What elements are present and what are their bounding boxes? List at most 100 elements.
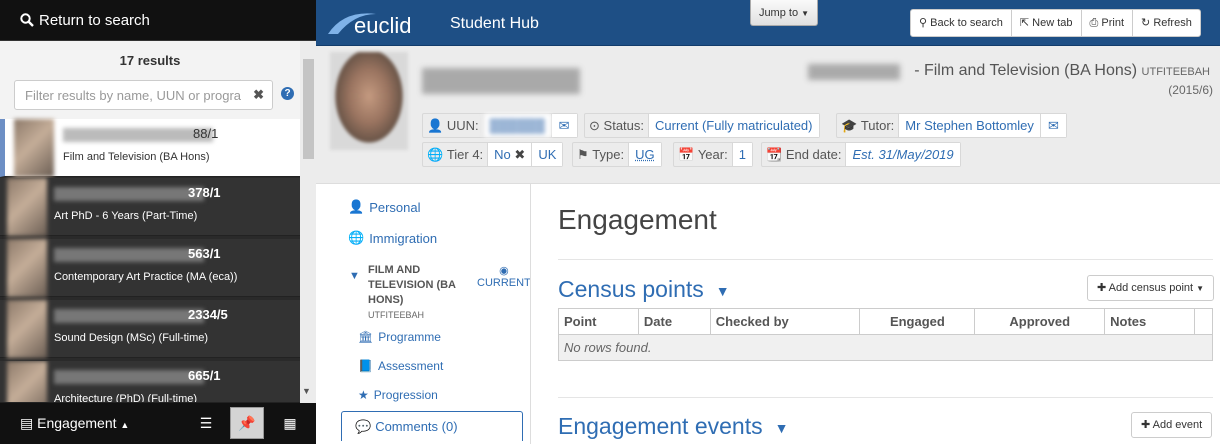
tutor-label-text: Tutor: xyxy=(860,118,895,133)
result-item[interactable]: 665/1 Architecture (PhD) (Full-time) xyxy=(0,361,300,403)
student-id: 563/1 xyxy=(188,246,221,261)
chevron-down-icon[interactable]: ▼ xyxy=(349,270,360,282)
refresh-label: Refresh xyxy=(1153,17,1192,29)
grid-view-button[interactable]: ▦ xyxy=(273,407,307,439)
column-header[interactable]: Engaged xyxy=(859,308,976,335)
result-item[interactable]: 88/1 Film and Television (BA Hons) xyxy=(0,119,300,177)
section-code: UTFITEEBAH xyxy=(368,310,425,320)
nav-personal-label: Personal xyxy=(369,199,421,215)
result-item[interactable]: 563/1 Contemporary Art Practice (MA (eca… xyxy=(0,239,300,297)
list-view-button[interactable]: ☰ xyxy=(189,407,223,439)
student-id-redacted xyxy=(54,309,204,323)
nav-assessment[interactable]: 📘 Assessment xyxy=(358,359,443,373)
nav-immigration[interactable]: 🌐 Immigration xyxy=(348,230,437,246)
back-to-search-button[interactable]: ⚲ Back to search xyxy=(911,10,1012,36)
session: (2015/6) xyxy=(1168,83,1213,97)
programme-name: - Film and Television (BA Hons) xyxy=(914,62,1138,79)
email-tutor-button[interactable]: ✉ xyxy=(1039,114,1066,137)
graduation-cap-icon: 🎓 xyxy=(841,117,858,133)
student-photo xyxy=(7,361,47,402)
email-button[interactable]: ✉ xyxy=(550,114,577,137)
column-header[interactable]: Notes xyxy=(1104,308,1195,335)
tier4-label-text: Tier 4: xyxy=(446,147,484,162)
page-title: Engagement xyxy=(558,204,717,235)
student-photo xyxy=(14,119,54,177)
nav-progression[interactable]: ★ Progression xyxy=(358,388,438,402)
toolbar: ⚲ Back to search ⇱ New tab ⎙ Print ↻ Ref… xyxy=(910,9,1201,37)
tier4-country[interactable]: UK xyxy=(531,143,563,166)
filter-input[interactable]: Filter results by name, UUN or progra ✖ xyxy=(14,80,273,110)
print-button[interactable]: ⎙ Print xyxy=(1082,10,1134,36)
nav-immigration-label: Immigration xyxy=(369,230,438,246)
column-header[interactable]: Approved xyxy=(974,308,1106,335)
student-id: 665/1 xyxy=(188,368,221,383)
filter-placeholder: Filter results by name, UUN or progra xyxy=(25,87,242,103)
scroll-down-arrow-icon[interactable]: ▼ xyxy=(302,386,311,396)
programme-code: UTFITEEBAH xyxy=(1141,66,1210,78)
column-header[interactable]: Date xyxy=(637,308,711,335)
envelope-icon: ✉ xyxy=(1047,117,1059,133)
result-item[interactable]: 378/1 Art PhD - 6 Years (Part-Time) xyxy=(0,178,300,236)
result-programme: Contemporary Art Practice (MA (eca)) xyxy=(54,271,238,283)
chevron-down-icon[interactable]: ▼ xyxy=(775,420,789,436)
app-header: euclid Student Hub Jump to ▼ ⚲ Back to s… xyxy=(316,0,1220,46)
help-icon[interactable]: ? xyxy=(281,87,294,100)
column-header[interactable]: Checked by xyxy=(709,308,861,335)
result-programme: Sound Design (MSc) (Full-time) xyxy=(54,332,209,344)
status-value[interactable]: Current (Fully matriculated) xyxy=(648,114,819,137)
book-icon: 📘 xyxy=(358,359,373,373)
tutor-label: 🎓 Tutor: xyxy=(837,114,898,137)
globe-icon: 🌐 xyxy=(427,146,444,162)
clear-filter-icon[interactable]: ✖ xyxy=(253,87,264,103)
pin-button[interactable]: 📌 xyxy=(230,407,264,439)
record-nav: 👤 Personal 🌐 Immigration ▼ FILM AND TELEVI… xyxy=(316,184,531,444)
nav-comments[interactable]: 💬 Comments (0) xyxy=(341,411,523,441)
status-field: ⊙ Status: Current (Fully matriculated) xyxy=(584,113,820,138)
census-points-heading[interactable]: Census points ▼ xyxy=(558,276,730,303)
year-value: 1 xyxy=(731,143,752,166)
globe-icon: 🌐 xyxy=(348,230,365,245)
add-census-point-button[interactable]: ✚ Add census point ▼ xyxy=(1087,275,1215,301)
student-photo xyxy=(7,300,47,358)
result-programme: Architecture (PhD) (Full-time) xyxy=(54,393,198,403)
type-value[interactable]: UG xyxy=(628,143,661,166)
back-label: Back to search xyxy=(930,17,1003,29)
divider xyxy=(558,259,1213,260)
tier4-value-text: No xyxy=(494,147,511,162)
view-selector[interactable]: ▤ Engagement ▲ xyxy=(20,415,129,432)
chevron-down-icon[interactable]: ▼ xyxy=(716,283,730,299)
column-header[interactable]: Point xyxy=(558,308,639,335)
newtab-label: New tab xyxy=(1032,17,1073,29)
engagement-events-heading[interactable]: Engagement events ▼ xyxy=(558,413,788,440)
table-header-row: Point Date Checked by Engaged Approved N… xyxy=(558,308,1214,335)
logo-text: euclid xyxy=(354,13,411,38)
student-photo xyxy=(330,52,408,150)
current-badge: ◉ CURRENT xyxy=(477,264,531,289)
user-icon: 👤 xyxy=(427,117,444,133)
type-field: ⚑ Type: UG xyxy=(572,142,662,167)
scrollbar-thumb[interactable] xyxy=(303,59,314,159)
list-icon: ☰ xyxy=(199,414,213,431)
nav-programme-section[interactable]: FILM AND TELEVISION (BA HONS) UTFITEEBAH xyxy=(368,263,458,323)
tier4-value[interactable]: No ✖ xyxy=(487,143,532,166)
jump-label: Jump to xyxy=(758,7,799,19)
new-tab-button[interactable]: ⇱ New tab xyxy=(1012,10,1082,36)
result-item[interactable]: 2334/5 Sound Design (MSc) (Full-time) xyxy=(0,300,300,358)
year-label-text: Year: xyxy=(697,147,728,162)
student-photo xyxy=(7,178,47,236)
tutor-field: 🎓 Tutor: Mr Stephen Bottomley ✉ xyxy=(836,113,1067,138)
add-event-button[interactable]: ✚ Add event xyxy=(1131,412,1213,438)
star-icon: ★ xyxy=(358,388,369,402)
return-to-search-button[interactable]: Return to search xyxy=(0,0,316,41)
result-programme: Art PhD - 6 Years (Part-Time) xyxy=(54,210,198,222)
return-label: Return to search xyxy=(39,11,150,29)
jump-to-button[interactable]: Jump to ▼ xyxy=(750,0,818,26)
table-row: No rows found. xyxy=(558,334,1213,361)
uun-label-text: UUN: xyxy=(446,118,479,133)
nav-personal[interactable]: 👤 Personal xyxy=(348,199,421,215)
refresh-button[interactable]: ↻ Refresh xyxy=(1133,10,1200,36)
nav-programme[interactable]: 🏛 Programme xyxy=(358,330,441,344)
tutor-value[interactable]: Mr Stephen Bottomley xyxy=(898,114,1040,137)
student-id-redacted xyxy=(54,370,204,384)
nav-progression-label: Progression xyxy=(373,388,438,402)
